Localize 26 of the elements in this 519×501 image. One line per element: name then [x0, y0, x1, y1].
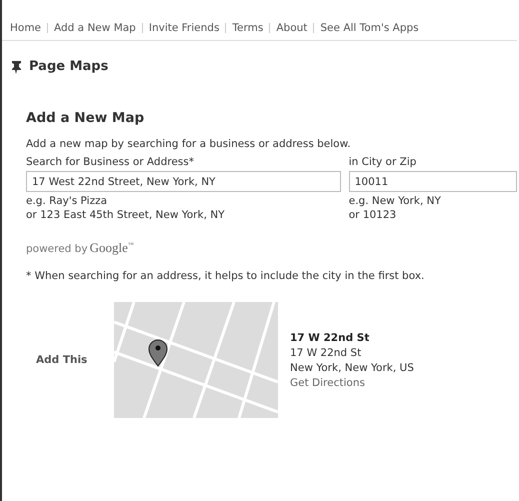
nav-link[interactable]: Terms: [232, 22, 264, 34]
nav-link[interactable]: Invite Friends: [148, 22, 220, 34]
pushpin-icon: [10, 60, 23, 74]
input-field[interactable]: 17 West 22nd Street, New York, NY: [26, 171, 341, 192]
app-title: Page Maps: [29, 59, 108, 74]
nav-link[interactable]: Home: [10, 22, 42, 34]
hint-text: e.g. New York, NY: [348, 194, 442, 208]
intro-text: Add a new map by searching for a business or address below.: [26, 138, 352, 150]
field-label: in City or Zip: [348, 156, 418, 168]
hint-text: or 123 East 45th Street, New York, NY: [26, 208, 226, 222]
city-text: New York, New York, US: [290, 362, 414, 374]
hint-text: e.g. Ray's Pizza: [26, 194, 108, 208]
brand-text: Google$^{™}$: [90, 240, 134, 256]
field-label: Search for Business or Address*: [26, 156, 195, 168]
add-this-link[interactable]: Add This: [26, 354, 114, 366]
street-text: 17 W 22nd St: [290, 346, 362, 358]
hint-text: or 10123: [348, 208, 398, 222]
nav-link[interactable]: Add a New Map: [54, 22, 136, 34]
powered-by-text: powered by: [26, 243, 88, 255]
nav-link[interactable]: About: [276, 22, 308, 34]
directions-link[interactable]: Get Directions: [290, 376, 414, 388]
section-heading: Add a New Map: [26, 110, 146, 126]
note-text: * When searching for an address, it helps to include the city in the first box.: [26, 270, 426, 282]
place-name: 17 W 22nd St: [290, 332, 370, 344]
nav-link[interactable]: See All Tom's Apps: [320, 22, 419, 34]
input-field[interactable]: 10011: [348, 171, 517, 192]
